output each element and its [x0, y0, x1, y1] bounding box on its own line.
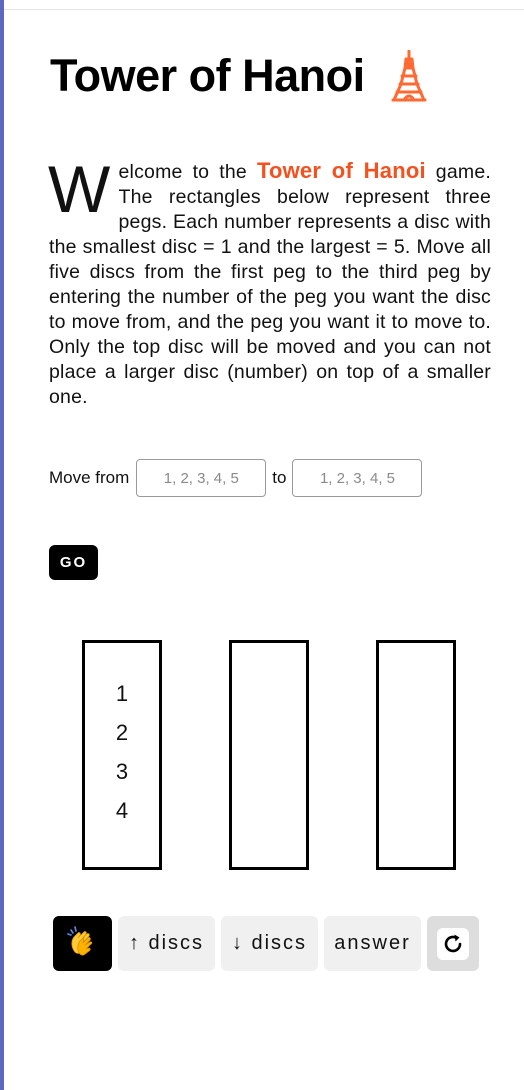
reset-icon — [437, 927, 469, 960]
drop-cap: W — [48, 152, 111, 226]
disc: 3 — [115, 759, 129, 784]
intro-paragraph: Welcome to the Tower of Hanoi game. The … — [48, 152, 491, 410]
reset-button[interactable] — [427, 916, 479, 971]
clapping-hands-icon — [66, 924, 100, 964]
disc: 1 — [115, 681, 129, 706]
move-from-input[interactable] — [136, 459, 267, 497]
disc: 4 — [115, 798, 129, 823]
header: Tower of Hanoi — [50, 48, 427, 104]
control-bar: ↑ discs ↓ discs answer — [53, 916, 479, 971]
clap-button[interactable] — [53, 916, 112, 971]
left-edge-bar — [0, 0, 4, 1090]
game-name-highlight: Tower of Hanoi — [256, 158, 426, 183]
peg-1: 1 2 3 4 — [82, 640, 162, 870]
answer-button[interactable]: answer — [324, 916, 421, 971]
move-to-input[interactable] — [292, 459, 423, 497]
more-discs-button[interactable]: ↑ discs — [118, 916, 215, 971]
move-to-label: to — [272, 468, 287, 487]
fewer-discs-button[interactable]: ↓ discs — [221, 916, 318, 971]
peg-2 — [229, 640, 309, 870]
move-from-label: Move from — [49, 468, 130, 487]
top-divider — [4, 9, 524, 10]
page-title: Tower of Hanoi — [50, 50, 365, 101]
tokyo-tower-icon — [391, 49, 427, 102]
intro-text-start: elcome to the — [118, 161, 257, 183]
move-form: Move from to — [49, 459, 423, 497]
go-button[interactable]: GO — [49, 545, 98, 580]
intro-text-rest: game. The rectangles below represent thr… — [49, 161, 491, 408]
peg-3 — [376, 640, 456, 870]
disc: 2 — [115, 720, 129, 745]
